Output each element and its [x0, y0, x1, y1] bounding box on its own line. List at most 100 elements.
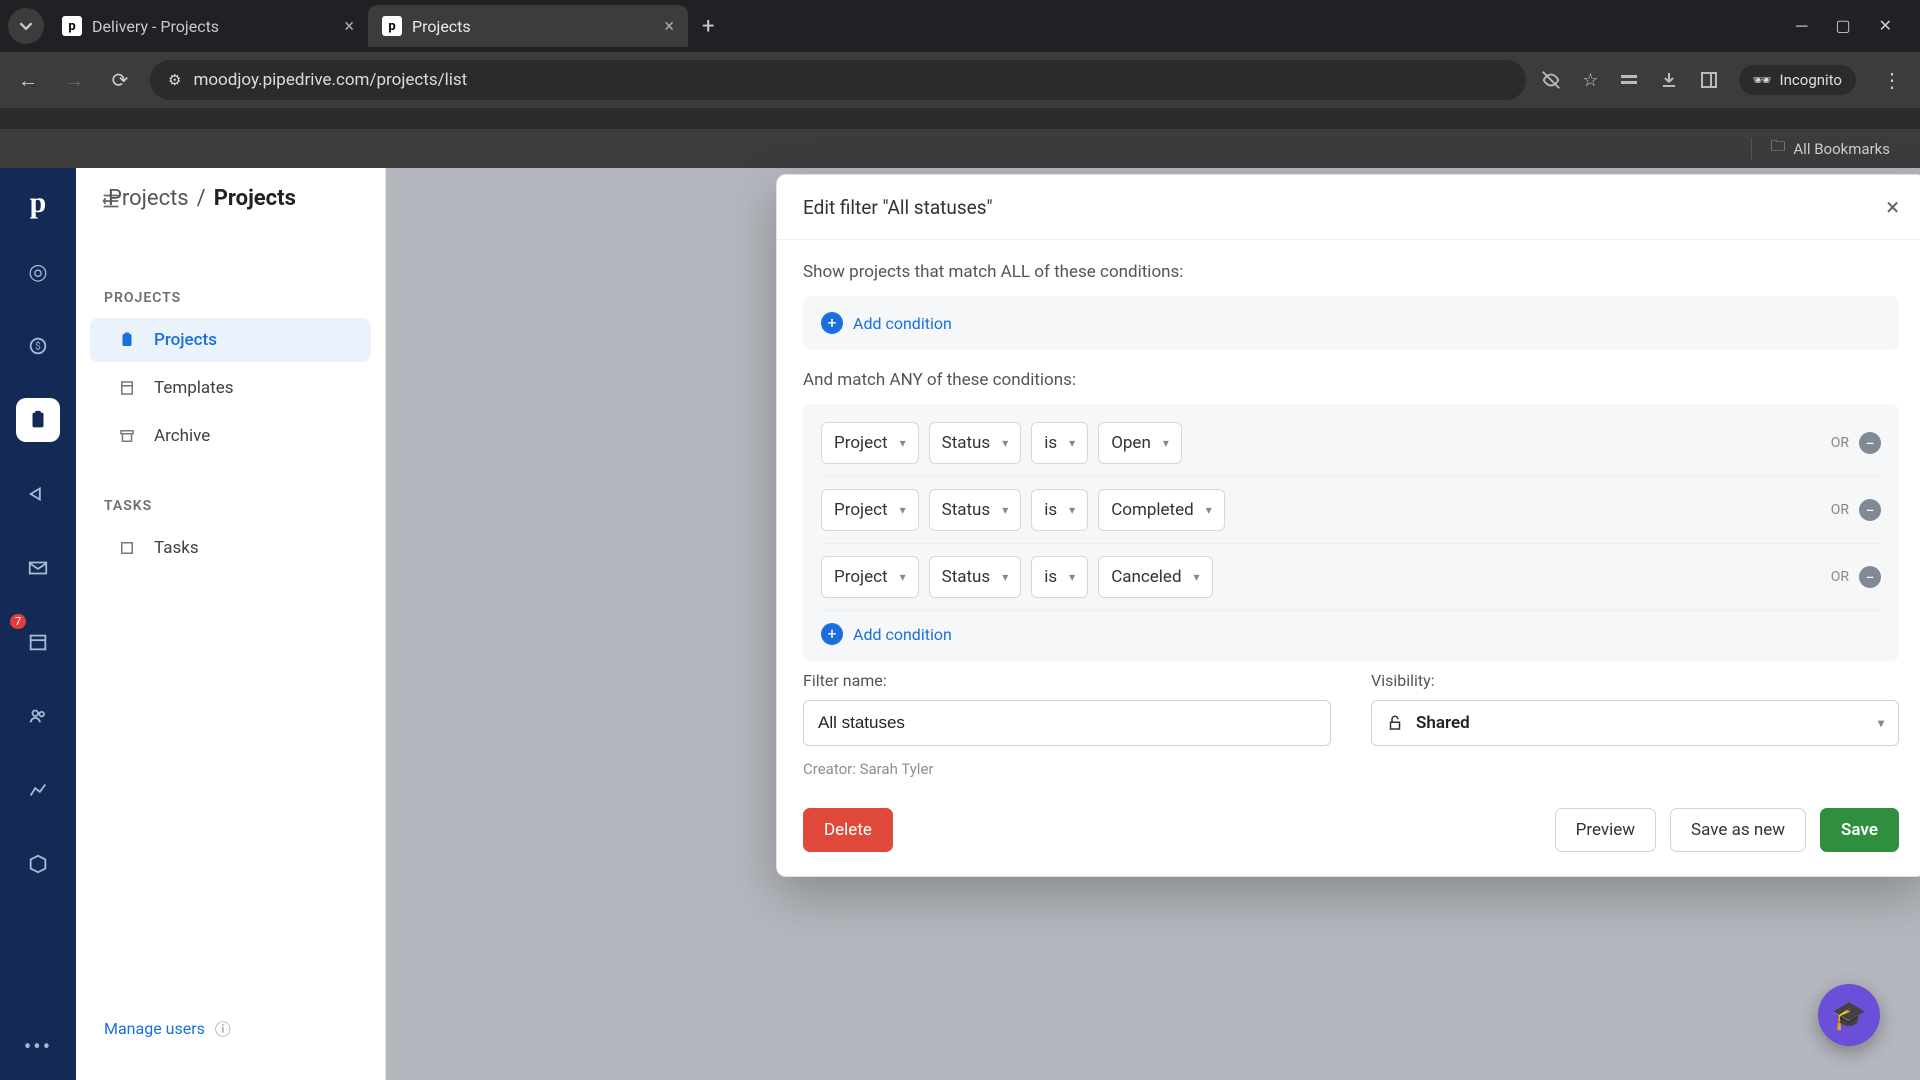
save-as-new-button[interactable]: Save as new [1670, 808, 1806, 852]
add-condition-any[interactable]: + Add condition [821, 611, 1881, 645]
favicon-icon: p [382, 16, 402, 36]
operator-dropdown[interactable]: is▾ [1031, 556, 1088, 598]
modal-title: Edit filter "All statuses" [803, 196, 993, 219]
browser-chrome: p Delivery - Projects × p Projects × + ─… [0, 0, 1920, 128]
rail-projects-icon[interactable] [16, 398, 60, 442]
add-condition-label: Add condition [853, 625, 952, 644]
value-dropdown[interactable]: Completed▾ [1098, 489, 1225, 531]
breadcrumb-root[interactable]: Projects [108, 186, 189, 211]
all-bookmarks-link[interactable]: All Bookmarks [1793, 140, 1890, 158]
add-condition-label: Add condition [853, 314, 952, 333]
chevron-down-icon: ▾ [900, 503, 906, 517]
media-icon[interactable] [1619, 70, 1639, 90]
close-modal-button[interactable]: × [1886, 193, 1899, 221]
nav-rail: p ◎ $ 7 ••• [0, 168, 76, 1080]
rail-insights-icon[interactable] [16, 768, 60, 812]
operator-dropdown[interactable]: is▾ [1031, 489, 1088, 531]
manage-users-label: Manage users [104, 1019, 205, 1038]
value-dropdown[interactable]: Open▾ [1098, 422, 1182, 464]
chevron-down-icon: ▾ [1163, 436, 1169, 450]
browser-tab-1[interactable]: p Projects × [368, 5, 688, 47]
new-tab-button[interactable]: + [688, 14, 728, 39]
sidebar-item-label: Archive [154, 426, 210, 446]
incognito-icon: 🕶 [1753, 71, 1772, 89]
sidebar-item-tasks[interactable]: Tasks [90, 526, 371, 570]
tab-title: Projects [412, 17, 471, 36]
save-button[interactable]: Save [1820, 808, 1899, 852]
lock-open-icon [1386, 714, 1404, 732]
manage-users-link[interactable]: Manage users ⓘ [76, 998, 385, 1058]
tab-search-dropdown[interactable] [8, 8, 44, 44]
browser-tab-0[interactable]: p Delivery - Projects × [48, 5, 368, 47]
download-icon[interactable] [1659, 70, 1679, 90]
sidebar-item-templates[interactable]: Templates [90, 366, 371, 410]
incognito-label: Incognito [1780, 71, 1842, 89]
or-label: OR [1831, 435, 1849, 451]
field-dropdown[interactable]: Status▾ [929, 422, 1022, 464]
preview-button[interactable]: Preview [1555, 808, 1656, 852]
minimize-icon[interactable]: ─ [1796, 16, 1807, 36]
maximize-icon[interactable]: ▢ [1835, 16, 1850, 36]
panel-icon[interactable] [1699, 70, 1719, 90]
modal-header: Edit filter "All statuses" × [777, 175, 1920, 240]
all-conditions-label: Show projects that match ALL of these co… [803, 262, 1899, 282]
field-dropdown[interactable]: Status▾ [929, 489, 1022, 531]
rail-products-icon[interactable] [16, 842, 60, 886]
operator-dropdown[interactable]: is▾ [1031, 422, 1088, 464]
rail-mail-icon[interactable] [16, 546, 60, 590]
chevron-down-icon: ▾ [1069, 436, 1075, 450]
back-button[interactable]: ← [12, 64, 44, 96]
remove-condition-button[interactable]: − [1859, 566, 1881, 588]
visibility-select[interactable]: Shared ▾ [1371, 700, 1899, 746]
condition-row-2: Project▾ Status▾ is▾ Canceled▾ OR − [821, 544, 1881, 611]
chevron-down-icon: ▾ [1194, 570, 1200, 584]
bookmark-star-icon[interactable]: ☆ [1582, 70, 1598, 91]
close-icon[interactable]: × [344, 16, 354, 37]
condition-row-1: Project▾ Status▾ is▾ Completed▾ OR − [821, 477, 1881, 544]
folder-icon: 🗀 [1770, 136, 1785, 161]
rail-activities-icon[interactable]: 7 [16, 620, 60, 664]
chevron-down-icon: ▾ [900, 570, 906, 584]
visibility-label: Visibility: [1371, 671, 1899, 690]
rail-target-icon[interactable]: ◎ [16, 250, 60, 294]
sidebar-item-label: Projects [154, 330, 217, 350]
site-settings-icon[interactable]: ⚙ [168, 71, 181, 89]
browser-menu-icon[interactable]: ⋮ [1876, 64, 1908, 96]
archive-icon [118, 427, 140, 445]
entity-dropdown[interactable]: Project▾ [821, 556, 919, 598]
eye-off-icon[interactable] [1540, 69, 1562, 91]
modal-footer: Delete Preview Save as new Save [777, 788, 1920, 876]
remove-condition-button[interactable]: − [1859, 432, 1881, 454]
reload-button[interactable]: ⟳ [104, 64, 136, 96]
rail-more-icon[interactable]: ••• [24, 1035, 52, 1060]
sidebar-item-archive[interactable]: Archive [90, 414, 371, 458]
url-field[interactable]: ⚙ moodjoy.pipedrive.com/projects/list [150, 60, 1526, 100]
bookmarks-bar: 🗀 All Bookmarks [0, 128, 1920, 168]
add-condition-all[interactable]: + Add condition [821, 312, 1881, 334]
sidebar: Projects / Projects PROJECTS Projects Te… [76, 168, 386, 1080]
entity-dropdown[interactable]: Project▾ [821, 422, 919, 464]
value-dropdown[interactable]: Canceled▾ [1098, 556, 1212, 598]
incognito-indicator[interactable]: 🕶 Incognito [1739, 65, 1857, 95]
sidebar-item-projects[interactable]: Projects [90, 318, 371, 362]
rail-campaigns-icon[interactable] [16, 472, 60, 516]
entity-dropdown[interactable]: Project▾ [821, 489, 919, 531]
app-logo[interactable]: p [30, 186, 47, 220]
visibility-value: Shared [1416, 713, 1470, 733]
close-icon[interactable]: × [664, 16, 674, 37]
field-dropdown[interactable]: Status▾ [929, 556, 1022, 598]
delete-button[interactable]: Delete [803, 808, 893, 852]
forward-button[interactable]: → [58, 64, 90, 96]
help-fab[interactable]: 🎓 [1818, 984, 1880, 1046]
rail-deals-icon[interactable]: $ [16, 324, 60, 368]
filter-name-input[interactable] [803, 700, 1331, 746]
close-window-icon[interactable]: ✕ [1879, 16, 1892, 36]
chevron-down-icon: ▾ [1878, 716, 1884, 730]
rail-contacts-icon[interactable] [16, 694, 60, 738]
favicon-icon: p [62, 16, 82, 36]
chevron-down-icon: ▾ [1002, 436, 1008, 450]
remove-condition-button[interactable]: − [1859, 499, 1881, 521]
tab-title: Delivery - Projects [92, 17, 219, 36]
sidebar-section-projects: PROJECTS [76, 280, 385, 316]
window-controls: ─ ▢ ✕ [1796, 16, 1912, 36]
